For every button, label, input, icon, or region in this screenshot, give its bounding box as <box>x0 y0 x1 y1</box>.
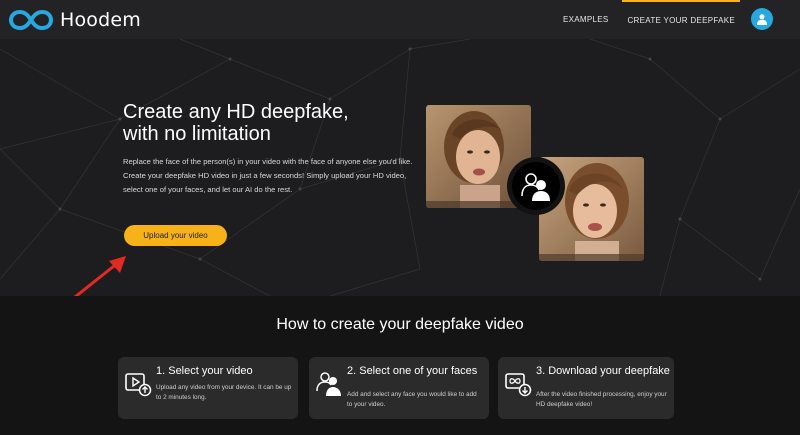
step-description: Upload any video from your device. It ca… <box>156 384 292 401</box>
section-title: How to create your deepfake video <box>276 316 524 333</box>
step-card-download: 3. Download your deepfake After the vide… <box>498 357 674 419</box>
brand-name: Hoodem <box>60 9 141 31</box>
hero-section: Create any HD deepfake, with no limitati… <box>0 39 800 296</box>
step-card-select-face: 2. Select one of your faces Add and sele… <box>309 357 489 419</box>
infinity-logo-icon <box>8 9 54 31</box>
step-description: Add and select any face you would like t… <box>347 391 477 408</box>
upload-video-button[interactable]: Upload your video <box>124 225 227 246</box>
hero-title-line2: with no limitation <box>123 123 271 145</box>
hero-title: Create any HD deepfake, with no limitati… <box>123 101 413 145</box>
hero-text-block: Create any HD deepfake, with no limitati… <box>123 101 413 197</box>
top-nav-bar: Hoodem EXAMPLES CREATE YOUR DEEPFAKE <box>0 0 800 39</box>
step-title: 1. Select your video <box>156 365 253 377</box>
face-swap-badge <box>507 157 565 215</box>
hero-description: Replace the face of the person(s) in you… <box>123 157 413 194</box>
page: Hoodem EXAMPLES CREATE YOUR DEEPFAKE Cre… <box>0 0 800 435</box>
nav-examples[interactable]: EXAMPLES <box>561 0 611 39</box>
user-icon <box>757 14 767 25</box>
user-avatar[interactable] <box>751 8 773 30</box>
face-select-icon <box>316 372 341 396</box>
video-upload-icon <box>125 373 152 397</box>
how-it-works-section: How to create your deepfake video 1. Sel… <box>0 296 800 435</box>
face-swap-icon <box>521 173 550 201</box>
brand-logo[interactable]: Hoodem <box>8 8 141 32</box>
main-nav: EXAMPLES CREATE YOUR DEEPFAKE <box>561 0 740 39</box>
nav-create-deepfake[interactable]: CREATE YOUR DEEPFAKE <box>622 0 740 39</box>
step-title: 2. Select one of your faces <box>347 365 478 377</box>
step-title: 3. Download your deepfake <box>536 365 670 377</box>
step-description: After the video finished processing, enj… <box>536 391 667 408</box>
download-icon <box>505 373 532 397</box>
red-arrow-annotation <box>73 256 126 296</box>
step-card-select-video: 1. Select your video Upload any video fr… <box>118 357 298 419</box>
hero-title-line1: Create any HD deepfake, <box>123 101 349 123</box>
